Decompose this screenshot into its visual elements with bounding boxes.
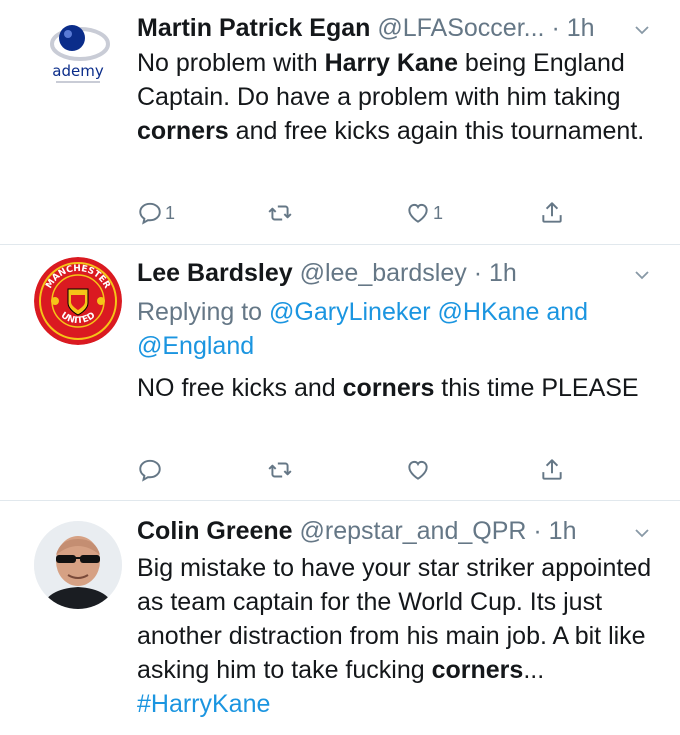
avatar-colin[interactable] (34, 521, 122, 609)
tweet[interactable]: Colin Greene @repstar_and_QPR · 1h Big m… (0, 501, 680, 735)
tweet-header: Martin Patrick Egan @LFASoccer... · 1h (137, 12, 660, 44)
avatar-man-utd[interactable]: MANCHESTER UNITED (34, 257, 122, 345)
mention-link-and[interactable]: and (546, 298, 588, 326)
like-button[interactable] (405, 455, 433, 485)
user-photo-icon (34, 521, 122, 609)
chevron-down-icon[interactable] (634, 525, 650, 541)
tweet-actions (137, 455, 577, 485)
display-name[interactable]: Lee Bardsley (137, 259, 293, 287)
retweet-icon (268, 462, 292, 478)
reply-count: 1 (165, 202, 176, 223)
reply-icon (139, 202, 161, 225)
timestamp[interactable]: · 1h (551, 14, 594, 42)
timestamp[interactable]: · 1h (474, 259, 517, 287)
tweet-text: Big mistake to have your star striker ap… (137, 554, 652, 718)
hashtag-link[interactable]: #HarryKane (137, 690, 270, 718)
tweet[interactable]: ademy Martin Patrick Egan @LFASoccer... … (0, 0, 680, 245)
replying-to: Replying to @GaryLineker @HKane and @Eng… (137, 298, 589, 360)
tweet-text: NO free kicks and corners this time PLEA… (137, 374, 639, 402)
like-count: 1 (433, 202, 444, 223)
chevron-down-icon[interactable] (634, 22, 650, 38)
academy-logo-icon: ademy (50, 25, 110, 83)
tweet[interactable]: MANCHESTER UNITED Lee Bardsley @lee_bard… (0, 245, 680, 500)
display-name[interactable]: Colin Greene (137, 517, 293, 545)
like-button[interactable]: 1 (405, 198, 443, 228)
retweet-button[interactable] (267, 198, 295, 228)
mention-link[interactable]: @England (137, 332, 254, 360)
tweet-header: Lee Bardsley @lee_bardsley · 1h (137, 257, 660, 289)
user-handle[interactable]: @LFASoccer... (377, 14, 544, 42)
tweet-header: Colin Greene @repstar_and_QPR · 1h (137, 515, 660, 547)
avatar-academy[interactable]: ademy (34, 10, 122, 98)
share-button[interactable] (539, 198, 565, 228)
tweet-actions: 1 1 (137, 198, 577, 228)
retweet-button[interactable] (267, 455, 295, 485)
chevron-down-icon[interactable] (634, 267, 650, 283)
user-handle[interactable]: @repstar_and_QPR (300, 517, 527, 545)
share-button[interactable] (539, 455, 565, 485)
reply-button[interactable] (137, 455, 165, 485)
avatar-brand-text: ademy (52, 62, 104, 80)
heart-icon (408, 203, 428, 223)
mention-link[interactable]: @HKane (438, 298, 540, 326)
share-icon (542, 202, 562, 223)
share-icon (542, 459, 562, 480)
tweet-text: No problem with Harry Kane being England… (137, 49, 645, 145)
reply-button[interactable]: 1 (137, 198, 175, 228)
heart-icon (408, 460, 428, 480)
display-name[interactable]: Martin Patrick Egan (137, 14, 370, 42)
manchester-united-crest-icon: MANCHESTER UNITED (34, 257, 122, 345)
user-handle[interactable]: @lee_bardsley (300, 259, 467, 287)
mention-link[interactable]: @GaryLineker (269, 298, 431, 326)
retweet-icon (268, 205, 292, 221)
reply-icon (139, 459, 161, 482)
timestamp[interactable]: · 1h (533, 517, 576, 545)
